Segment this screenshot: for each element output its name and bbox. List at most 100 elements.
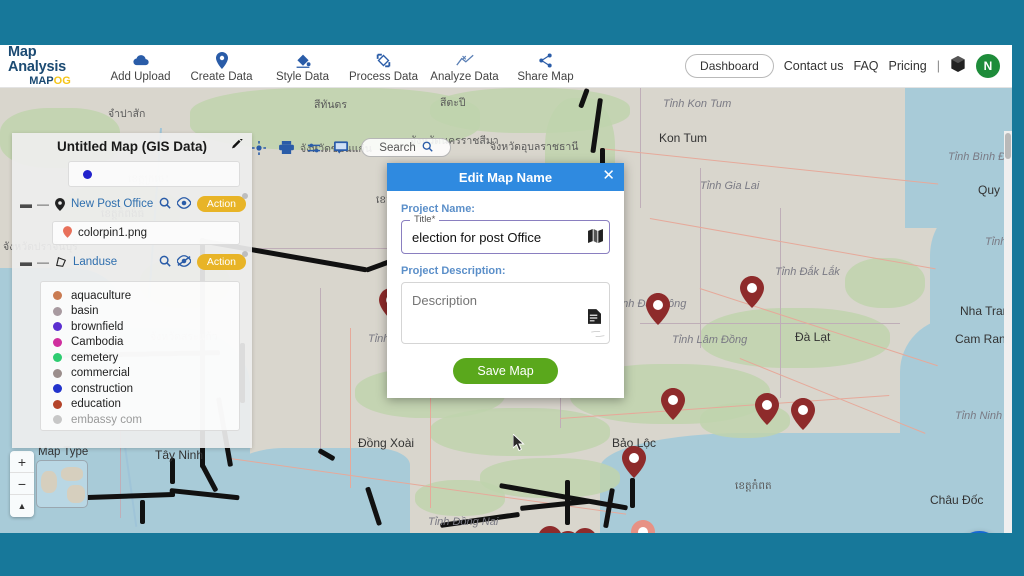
- faq-link[interactable]: FAQ: [854, 59, 879, 73]
- scrollbar-thumb[interactable]: [1005, 133, 1011, 159]
- comment-icon[interactable]: [334, 141, 348, 154]
- map-green-c2: [430, 408, 610, 456]
- legend-label: embassy com: [71, 413, 142, 426]
- zoom-icon[interactable]: [159, 255, 171, 270]
- edit-map-name-dialog[interactable]: Edit Map Name ✕ Project Name: Title* Pro…: [387, 163, 624, 398]
- print-icon[interactable]: [279, 141, 294, 154]
- bottom-background-band: [0, 533, 1024, 576]
- collapse-icon[interactable]: —: [37, 255, 49, 269]
- eye-off-icon[interactable]: [176, 254, 192, 270]
- share-icon: [505, 51, 586, 70]
- legend-item[interactable]: construction: [53, 381, 239, 397]
- contact-us-link[interactable]: Contact us: [784, 59, 844, 73]
- resize-handle[interactable]: ⟋⟋: [589, 326, 606, 343]
- map-pin-marker[interactable]: [646, 293, 670, 325]
- layer-name-new-post-office[interactable]: New Post Office ...: [71, 198, 153, 210]
- title-field-wrapper[interactable]: Title*: [401, 214, 610, 254]
- pricing-link[interactable]: Pricing: [889, 59, 927, 73]
- map-pin-marker[interactable]: [573, 528, 597, 533]
- nav-item-analyze-data[interactable]: Analyze Data: [424, 49, 505, 83]
- legend-item[interactable]: embassy com: [53, 412, 239, 428]
- pin-icon: [63, 225, 72, 241]
- cube-icon[interactable]: [950, 55, 966, 77]
- drag-handle-icon[interactable]: ▬: [20, 255, 32, 269]
- brand-logo[interactable]: Map Analysis MAPOG: [0, 45, 92, 87]
- nav-item-style-data[interactable]: Style Data: [262, 49, 343, 83]
- measure-icon[interactable]: [307, 141, 321, 155]
- zoom-in-button[interactable]: +: [10, 451, 34, 473]
- map-road-8: [430, 388, 432, 508]
- legend-item[interactable]: commercial: [53, 366, 239, 382]
- legend-label: aquaculture: [71, 289, 132, 302]
- cloud-upload-icon: [100, 51, 181, 70]
- pencil-icon[interactable]: [232, 137, 244, 154]
- map-pin-marker[interactable]: [755, 393, 779, 425]
- legend-color-dot: [53, 368, 62, 378]
- map-pin-marker[interactable]: [622, 446, 646, 478]
- route-segment-16: [170, 458, 175, 484]
- dialog-header: Edit Map Name ✕: [387, 163, 624, 191]
- legend-color-dot: [53, 384, 62, 394]
- legend-item[interactable]: cemetery: [53, 350, 239, 366]
- save-map-button[interactable]: Save Map: [453, 358, 558, 384]
- map-pin-marker[interactable]: [740, 276, 764, 308]
- map-toolbar: Search: [252, 138, 451, 157]
- compass-button[interactable]: ▲: [10, 495, 34, 517]
- brand-title: Map Analysis: [8, 45, 67, 75]
- drag-handle-icon[interactable]: ▬: [20, 197, 32, 211]
- nav-item-process-data[interactable]: Process Data: [343, 49, 424, 83]
- map-pin-marker[interactable]: [661, 388, 685, 420]
- nav-label-process-data: Process Data: [348, 71, 419, 83]
- nav-item-add-upload[interactable]: Add Upload: [100, 49, 181, 83]
- map-pin-icon: [181, 51, 262, 70]
- layer-file-chip-colorpin[interactable]: colorpin1.png: [52, 221, 240, 245]
- layers-panel[interactable]: Untitled Map (GIS Data) ▬ — New Post Off…: [12, 133, 252, 448]
- paint-bucket-icon: [262, 51, 343, 70]
- legend-item[interactable]: Cambodia: [53, 335, 239, 351]
- legend-item[interactable]: education: [53, 397, 239, 413]
- map-border-7: [640, 323, 900, 324]
- description-textarea[interactable]: [412, 293, 588, 343]
- action-button-landuse[interactable]: Action: [196, 251, 249, 270]
- map-pin-marker[interactable]: [791, 398, 815, 430]
- layer-style-chip[interactable]: [68, 161, 240, 187]
- layer-name-landuse[interactable]: Landuse: [73, 256, 153, 268]
- legend-label: construction: [71, 382, 134, 395]
- map-border-3: [320, 288, 321, 458]
- nav-separator: |: [936, 59, 940, 73]
- legend-item[interactable]: aquaculture: [53, 288, 239, 304]
- legend-label: education: [71, 398, 121, 411]
- map-sea-s: [230, 448, 410, 533]
- eye-icon[interactable]: [176, 196, 192, 212]
- legend-color-dot: [53, 322, 62, 332]
- collapse-icon[interactable]: —: [37, 197, 49, 211]
- nav-item-create-data[interactable]: Create Data: [181, 49, 262, 83]
- dialog-actions: Save Map: [401, 358, 610, 384]
- map-book-icon: [588, 228, 603, 246]
- legend-label: commercial: [71, 367, 130, 380]
- map-type-thumbnail[interactable]: [36, 460, 88, 508]
- map-pin-marker[interactable]: [631, 520, 655, 533]
- nav-item-share-map[interactable]: Share Map: [505, 49, 586, 83]
- avatar[interactable]: N: [976, 54, 1000, 78]
- layer-row-landuse[interactable]: ▬ — Landuse Action: [12, 249, 252, 275]
- layer-row-new-post-office[interactable]: ▬ — New Post Office ... Action: [12, 191, 252, 217]
- legend-label: brownfield: [71, 320, 124, 333]
- title-input[interactable]: [412, 229, 588, 245]
- zoom-out-button[interactable]: −: [10, 473, 34, 495]
- zoom-controls[interactable]: + − ▲: [10, 451, 34, 517]
- description-field-wrapper[interactable]: ⟋⟋: [401, 282, 610, 344]
- map-search-box[interactable]: Search: [361, 138, 451, 157]
- map-border-2: [700, 168, 701, 348]
- dashboard-button[interactable]: Dashboard: [685, 54, 774, 78]
- brand-sub-dark: MAP: [29, 75, 54, 87]
- map-type-control[interactable]: Map Type: [36, 446, 88, 508]
- action-button-new-post-office[interactable]: Action: [196, 193, 249, 212]
- map-border-6: [780, 208, 781, 398]
- zoom-icon[interactable]: [159, 197, 171, 212]
- legend-item[interactable]: brownfield: [53, 319, 239, 335]
- legend-item[interactable]: basin: [53, 304, 239, 320]
- locate-icon[interactable]: [252, 140, 266, 155]
- close-icon[interactable]: ✕: [602, 168, 615, 183]
- map-vertical-scrollbar[interactable]: [1004, 131, 1012, 533]
